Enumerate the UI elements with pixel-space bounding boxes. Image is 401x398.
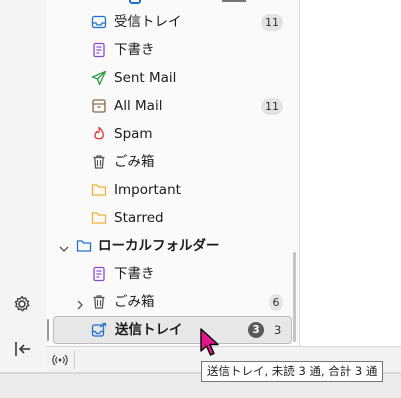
- message-pane: [300, 0, 401, 346]
- local-folder-trash[interactable]: ごみ箱 6: [46, 288, 299, 316]
- local-folder-drafts[interactable]: 下書き: [46, 260, 299, 288]
- folder-trash[interactable]: ごみ箱: [46, 148, 299, 176]
- spaces-toolbar: [0, 0, 46, 372]
- account-label-fragment: [222, 0, 246, 2]
- local-folders-account[interactable]: ローカルフォルダー: [46, 232, 299, 260]
- chevron-down-icon[interactable]: [58, 240, 70, 252]
- total-count: 3: [274, 323, 282, 337]
- folder-label: 下書き: [114, 266, 155, 282]
- local-folder-outbox[interactable]: 送信トレイ 3 3: [53, 316, 292, 344]
- folder-icon: [91, 210, 107, 226]
- folder-label: ごみ箱: [114, 154, 155, 170]
- account-label: ローカルフォルダー: [98, 238, 220, 254]
- scrollbar-thumb[interactable]: [293, 252, 296, 342]
- folder-important[interactable]: Important: [46, 176, 299, 204]
- folder-drafts[interactable]: 下書き: [46, 36, 299, 64]
- drafts-icon: [91, 266, 107, 282]
- folder-label: 下書き: [114, 42, 155, 58]
- sent-icon: [91, 70, 107, 86]
- unread-badge: 11: [261, 98, 283, 115]
- trash-icon: [91, 154, 107, 170]
- count-badge: 6: [269, 294, 283, 311]
- trash-icon: [91, 294, 107, 310]
- online-status-icon[interactable]: [52, 352, 68, 368]
- inbox-icon: [91, 14, 107, 30]
- folder-sent[interactable]: Sent Mail: [46, 64, 299, 92]
- unread-count-badge: 3: [248, 322, 264, 338]
- folder-icon: [91, 182, 107, 198]
- folder-label: ごみ箱: [114, 294, 155, 310]
- outbox-icon: [91, 322, 107, 338]
- folder-spam[interactable]: Spam: [46, 120, 299, 148]
- folder-label: Starred: [114, 210, 164, 226]
- folder-all-mail[interactable]: All Mail 11: [46, 92, 299, 120]
- folder-inbox[interactable]: 受信トレイ 11: [46, 8, 299, 36]
- account-icon: [129, 0, 141, 4]
- settings-gear-icon[interactable]: [11, 293, 33, 315]
- unread-badge: 11: [261, 14, 283, 31]
- folder-label: Sent Mail: [114, 70, 177, 86]
- collapse-spaces-icon[interactable]: [11, 338, 33, 360]
- mouse-pointer-icon: [199, 327, 223, 359]
- folder-pane: 受信トレイ 11 下書き Sent Mail All Mail 11 Spam …: [46, 0, 300, 346]
- folder-tooltip: 送信トレイ, 未読 3 通, 合計 3 通: [201, 361, 384, 382]
- folder-label: Spam: [114, 126, 153, 142]
- local-folder-icon: [76, 238, 92, 254]
- chevron-right-icon[interactable]: [74, 296, 86, 310]
- folder-label: 送信トレイ: [115, 322, 183, 338]
- drafts-icon: [91, 42, 107, 58]
- folder-starred[interactable]: Starred: [46, 204, 299, 232]
- archive-icon: [91, 98, 107, 114]
- folder-label: All Mail: [114, 98, 163, 114]
- folder-label: Important: [114, 182, 181, 198]
- status-separator: [74, 351, 75, 369]
- pane-splitter[interactable]: [47, 319, 49, 341]
- spam-icon: [91, 126, 107, 142]
- folder-label: 受信トレイ: [114, 14, 182, 30]
